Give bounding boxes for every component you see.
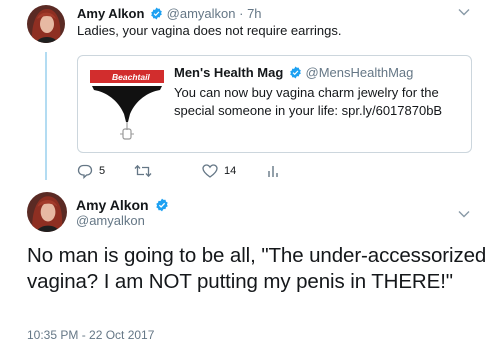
tweet-time[interactable]: · 7h	[239, 6, 261, 21]
quoted-author-name[interactable]: Men's Health Mag	[174, 65, 283, 80]
tweet-header: Amy Alkon	[76, 196, 169, 214]
tweet-actions: 5 14	[77, 162, 279, 180]
analytics-button[interactable]	[267, 162, 279, 180]
quoted-author-handle[interactable]: @MensHealthMag	[306, 65, 414, 80]
like-count: 14	[224, 165, 237, 177]
tweet-text: No man is going to be all, "The under-ac…	[27, 244, 487, 293]
chevron-down-icon[interactable]	[458, 210, 470, 218]
quoted-tweet-text: You can now buy vagina charm jewelry for…	[174, 85, 443, 118]
reply-button[interactable]: 5	[77, 162, 105, 180]
verified-icon	[151, 7, 162, 20]
author-handle[interactable]: @amyalkon	[167, 6, 236, 21]
avatar[interactable]	[27, 192, 67, 232]
quoted-tweet-header: Men's Health Mag @MensHealthMag	[174, 65, 413, 81]
reply-icon	[77, 164, 93, 179]
quoted-tweet-card[interactable]: Beachtail Men's Health Mag @MensHealthMa…	[77, 55, 472, 153]
thread-connector-line	[45, 52, 47, 180]
retweet-button[interactable]	[134, 162, 152, 180]
author-handle[interactable]: @amyalkon	[76, 213, 145, 229]
author-name[interactable]: Amy Alkon	[76, 197, 149, 213]
reply-count: 5	[99, 165, 106, 177]
quoted-media-image[interactable]: Beachtail	[90, 66, 164, 144]
avatar[interactable]	[27, 5, 65, 43]
tweet-text: Ladies, your vagina does not require ear…	[77, 23, 342, 38]
like-icon	[202, 164, 218, 178]
verified-icon	[155, 198, 168, 212]
verified-icon	[290, 66, 301, 79]
tweet-header: Amy Alkon @amyalkon · 7h	[77, 6, 262, 22]
like-button[interactable]: 14	[202, 162, 236, 180]
analytics-icon	[268, 166, 278, 177]
author-name[interactable]: Amy Alkon	[77, 6, 144, 21]
chevron-down-icon[interactable]	[458, 8, 470, 16]
retweet-icon	[134, 164, 152, 178]
tweet-timestamp[interactable]: 10:35 PM - 22 Oct 2017	[27, 327, 154, 343]
brand-logo-text: Beachtail	[112, 72, 150, 82]
